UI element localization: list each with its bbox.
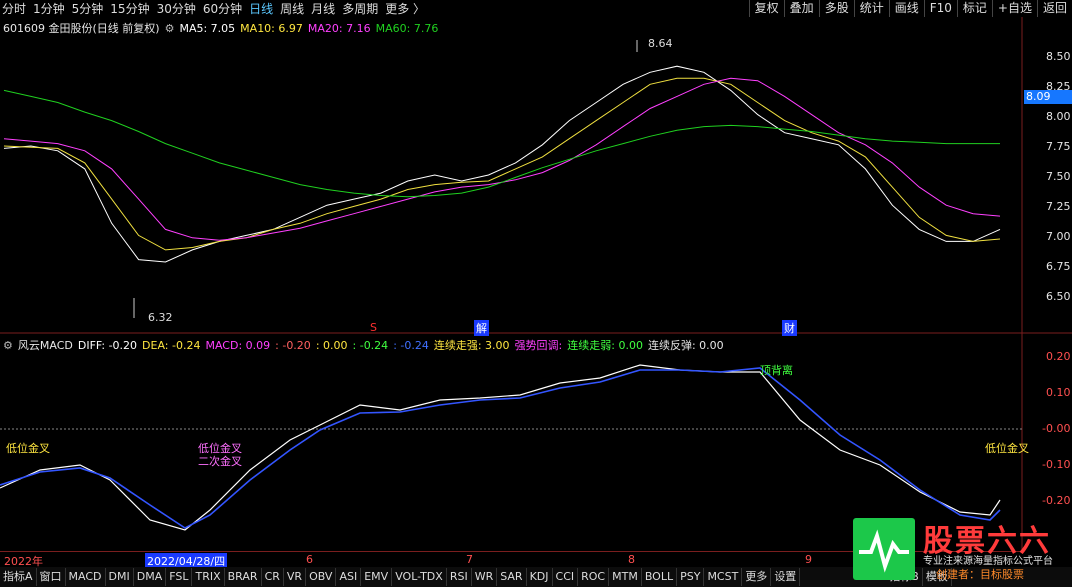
macd-tick: -0.00 xyxy=(1042,422,1071,435)
indicator-tab[interactable]: SAR xyxy=(497,568,527,586)
macd-lines xyxy=(0,364,1001,531)
price-tick: 8.00 xyxy=(1046,110,1071,123)
indicator-tab[interactable]: VOL-TDX xyxy=(392,568,447,586)
indicator-tab[interactable]: TRIX xyxy=(192,568,225,586)
stock-title: 601609 金田股份(日线 前复权) xyxy=(3,22,160,35)
ma20-label: MA20: 7.16 xyxy=(307,21,371,35)
macd-dea-line xyxy=(0,367,1001,529)
month-label: 9 xyxy=(805,553,812,566)
event-marker-jie[interactable]: 解 xyxy=(474,320,489,336)
indicator-tab[interactable]: KDJ xyxy=(527,568,553,586)
watermark-sub: 创建者：目标股票 xyxy=(936,568,1024,581)
signal-top-divergence: 顶背离 xyxy=(760,364,793,377)
price-tick: 7.25 xyxy=(1046,200,1071,213)
indicator-tab[interactable]: ASI xyxy=(336,568,362,586)
moving-averages xyxy=(3,65,1001,263)
indicator-tab[interactable]: MCST xyxy=(704,568,743,586)
price-tick: 7.00 xyxy=(1046,230,1071,243)
event-marker-cai[interactable]: 财 xyxy=(782,320,797,336)
month-label: 8 xyxy=(628,553,635,566)
ma5-label: MA5: 7.05 xyxy=(179,21,236,35)
macd-fantan: 连续反弹: 0.00 xyxy=(647,339,724,352)
price-tick: 8.50 xyxy=(1046,50,1071,63)
macd-v3: : -0.24 xyxy=(352,338,389,352)
indicator-tab[interactable]: 设置 xyxy=(771,568,801,586)
indicator-tab[interactable]: RSI xyxy=(447,568,472,586)
macd-qiangshi: 强势回调: xyxy=(514,339,563,352)
low-price-label: 6.32 xyxy=(148,311,173,324)
ma10-line xyxy=(3,77,1001,251)
ma60-line xyxy=(3,89,1000,198)
macd-value: MACD: 0.09 xyxy=(205,338,271,352)
event-marker-s[interactable]: S xyxy=(370,321,377,334)
signal-left: 低位金叉 xyxy=(6,442,50,455)
indicator-tab[interactable]: BRAR xyxy=(225,568,262,586)
macd-diff: DIFF: -0.20 xyxy=(77,338,138,352)
price-tick: 6.75 xyxy=(1046,260,1071,273)
ma10-label: MA10: 6.97 xyxy=(240,21,303,35)
macd-lianxu-ruo: 连续走弱: 0.00 xyxy=(567,339,643,352)
macd-v1: : -0.20 xyxy=(275,338,311,352)
signal-mid2: 二次金叉 xyxy=(198,455,242,468)
indicator-tab[interactable]: MACD xyxy=(66,568,106,586)
indicator-tab[interactable]: CR xyxy=(262,568,284,586)
watermark-slogan: 专业注来源海量指标公式平台 xyxy=(923,556,1053,567)
month-label: 7 xyxy=(466,553,473,566)
indicator-tab[interactable]: PSY xyxy=(677,568,705,586)
indicator-tab[interactable]: EMV xyxy=(361,568,393,586)
indicator-tab[interactable]: DMI xyxy=(106,568,134,586)
indicator-tab[interactable]: 更多 xyxy=(742,568,772,586)
month-label: 6 xyxy=(306,553,313,566)
watermark-logo-icon xyxy=(853,518,915,580)
indicator-tab[interactable]: 窗口 xyxy=(37,568,66,586)
macd-settings-icon[interactable]: ⚙ xyxy=(3,339,13,352)
macd-tick: 0.10 xyxy=(1046,386,1071,399)
price-tick: 6.50 xyxy=(1046,290,1071,303)
indicator-tab[interactable]: MTM xyxy=(609,568,642,586)
signal-right: 低位金叉 xyxy=(985,442,1029,455)
indicator-tab[interactable]: VR xyxy=(284,568,307,586)
price-tick: 7.75 xyxy=(1046,140,1071,153)
indicator-tab[interactable]: 指标A xyxy=(0,568,37,586)
macd-dea: DEA: -0.24 xyxy=(142,338,201,352)
macd-header: ⚙ 风云MACD DIFF: -0.20 DEA: -0.24 MACD: 0.… xyxy=(3,337,729,353)
current-price-box: 8.09 xyxy=(1024,90,1072,104)
indicator-tab[interactable]: BOLL xyxy=(642,568,678,586)
macd-name: 风云MACD xyxy=(17,339,73,352)
macd-tick: -0.10 xyxy=(1042,458,1071,471)
macd-v2: : 0.00 xyxy=(315,338,348,352)
indicator-tab[interactable]: FSL xyxy=(166,568,193,586)
indicator-tab[interactable]: ROC xyxy=(578,568,610,586)
indicator-tab[interactable]: CCI xyxy=(553,568,579,586)
price-tick: 7.50 xyxy=(1046,170,1071,183)
chart-canvas xyxy=(0,17,1072,551)
indicator-tab[interactable]: DMA xyxy=(134,568,167,586)
stock-info: 601609 金田股份(日线 前复权) ⚙ MA5: 7.05 MA10: 6.… xyxy=(3,20,443,36)
macd-tick: -0.20 xyxy=(1042,494,1071,507)
macd-v4: : -0.24 xyxy=(393,338,429,352)
macd-lianxu-qiang: 连续走强: 3.00 xyxy=(433,339,510,352)
watermark: 股票六六 专业注来源海量指标公式平台 创建者：目标股票 xyxy=(853,518,1063,581)
high-price-label: 8.64 xyxy=(648,37,673,50)
indicator-tab[interactable]: OBV xyxy=(306,568,337,586)
settings-icon[interactable]: ⚙ xyxy=(165,22,175,35)
indicator-tab[interactable]: WR xyxy=(472,568,498,586)
ma20-line xyxy=(3,77,1001,241)
ma60-label: MA60: 7.76 xyxy=(375,21,439,35)
macd-tick: 0.20 xyxy=(1046,350,1071,363)
ma5-line xyxy=(3,65,1001,263)
